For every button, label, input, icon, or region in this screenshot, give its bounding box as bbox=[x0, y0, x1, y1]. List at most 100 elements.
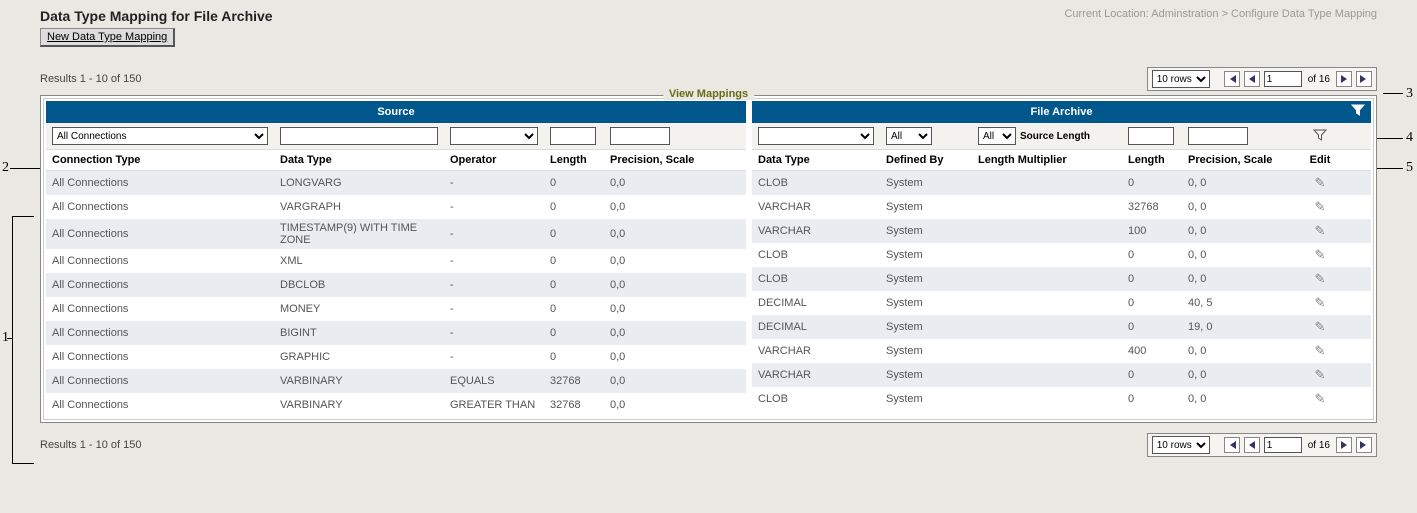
filter-target-length[interactable] bbox=[1128, 127, 1174, 145]
new-mapping-button[interactable]: New Data Type Mapping bbox=[40, 28, 175, 47]
cell-operator: - bbox=[444, 279, 544, 291]
filter-defined-by[interactable]: All bbox=[886, 127, 932, 145]
page-of-text: of 16 bbox=[1306, 74, 1332, 85]
cell-target-datatype: VARCHAR bbox=[752, 225, 880, 237]
table-row: All ConnectionsBIGINT-00,0 bbox=[46, 321, 746, 345]
cell-target-precision: 19, 0 bbox=[1182, 321, 1300, 333]
cell-connection-type: All Connections bbox=[46, 177, 274, 189]
cell-source-precision: 0,0 bbox=[604, 351, 744, 363]
cell-defined-by: System bbox=[880, 393, 972, 405]
table-row: VARCHARSystem4000, 0✎ bbox=[752, 339, 1371, 363]
rows-per-page-select[interactable]: 10 rows bbox=[1152, 70, 1210, 88]
next-page-icon[interactable] bbox=[1336, 437, 1352, 453]
cell-source-precision: 0,0 bbox=[604, 228, 744, 240]
cell-source-datatype: DBCLOB bbox=[274, 279, 444, 291]
next-page-icon[interactable] bbox=[1336, 71, 1352, 87]
cell-target-length: 400 bbox=[1122, 345, 1182, 357]
cell-source-precision: 0,0 bbox=[604, 201, 744, 213]
cell-defined-by: System bbox=[880, 321, 972, 333]
cell-operator: - bbox=[444, 303, 544, 315]
cell-operator: GREATER THAN bbox=[444, 399, 544, 411]
col-source-datatype[interactable]: Data Type bbox=[274, 154, 444, 166]
edit-icon[interactable]: ✎ bbox=[1315, 295, 1326, 310]
cell-connection-type: All Connections bbox=[46, 201, 274, 213]
page-number-input[interactable] bbox=[1264, 71, 1302, 87]
edit-icon[interactable]: ✎ bbox=[1315, 223, 1326, 238]
edit-icon[interactable]: ✎ bbox=[1315, 199, 1326, 214]
filter-source-precision[interactable] bbox=[610, 127, 670, 145]
col-length-multiplier[interactable]: Length Multiplier bbox=[972, 154, 1122, 166]
page-title: Data Type Mapping for File Archive bbox=[40, 8, 273, 24]
cell-source-datatype: MONEY bbox=[274, 303, 444, 315]
cell-source-precision: 0,0 bbox=[604, 375, 744, 387]
prev-page-icon[interactable] bbox=[1244, 437, 1260, 453]
page-number-input-bottom[interactable] bbox=[1264, 437, 1302, 453]
edit-icon[interactable]: ✎ bbox=[1315, 175, 1326, 190]
cell-source-datatype: GRAPHIC bbox=[274, 351, 444, 363]
cell-source-precision: 0,0 bbox=[604, 279, 744, 291]
table-row: DECIMALSystem040, 5✎ bbox=[752, 291, 1371, 315]
cell-target-length: 0 bbox=[1122, 393, 1182, 405]
view-mappings-legend: View Mappings bbox=[663, 88, 754, 100]
cell-target-datatype: DECIMAL bbox=[752, 297, 880, 309]
edit-icon[interactable]: ✎ bbox=[1315, 367, 1326, 382]
edit-icon[interactable]: ✎ bbox=[1315, 319, 1326, 334]
col-target-datatype[interactable]: Data Type bbox=[752, 154, 880, 166]
annotation-3: 3 bbox=[1406, 86, 1413, 102]
filter-connection-type[interactable]: All Connections bbox=[52, 127, 268, 145]
cell-target-length: 0 bbox=[1122, 177, 1182, 189]
table-row: All ConnectionsDBCLOB-00,0 bbox=[46, 273, 746, 297]
edit-icon[interactable]: ✎ bbox=[1315, 343, 1326, 358]
edit-icon[interactable]: ✎ bbox=[1315, 247, 1326, 262]
first-page-icon[interactable] bbox=[1224, 71, 1240, 87]
table-row: VARCHARSystem1000, 0✎ bbox=[752, 219, 1371, 243]
cell-source-length: 0 bbox=[544, 303, 604, 315]
col-defined-by[interactable]: Defined By bbox=[880, 154, 972, 166]
table-row: CLOBSystem00, 0✎ bbox=[752, 267, 1371, 291]
last-page-icon[interactable] bbox=[1356, 71, 1372, 87]
col-connection-type[interactable]: Connection Type bbox=[46, 154, 274, 166]
edit-icon[interactable]: ✎ bbox=[1315, 391, 1326, 406]
edit-icon[interactable]: ✎ bbox=[1315, 271, 1326, 286]
last-page-icon[interactable] bbox=[1356, 437, 1372, 453]
filter-target-datatype[interactable] bbox=[758, 127, 874, 145]
cell-connection-type: All Connections bbox=[46, 375, 274, 387]
col-target-length[interactable]: Length bbox=[1122, 154, 1182, 166]
pager-bottom: 10 rows of 16 bbox=[1147, 433, 1377, 457]
cell-connection-type: All Connections bbox=[46, 351, 274, 363]
col-source-precision[interactable]: Precision, Scale bbox=[604, 154, 744, 166]
cell-source-precision: 0,0 bbox=[604, 177, 744, 189]
breadcrumb: Current Location: Adminstration > Config… bbox=[1064, 8, 1377, 20]
cell-target-length: 0 bbox=[1122, 321, 1182, 333]
col-target-precision[interactable]: Precision, Scale bbox=[1182, 154, 1300, 166]
table-row: CLOBSystem00, 0✎ bbox=[752, 243, 1371, 267]
source-section-header: Source bbox=[46, 101, 746, 123]
first-page-icon[interactable] bbox=[1224, 437, 1240, 453]
filter-length-multiplier-mode[interactable]: All bbox=[978, 127, 1016, 145]
table-row: CLOBSystem00, 0✎ bbox=[752, 387, 1371, 411]
col-source-length[interactable]: Length bbox=[544, 154, 604, 166]
cell-connection-type: All Connections bbox=[46, 279, 274, 291]
filter-target-precision[interactable] bbox=[1188, 127, 1248, 145]
cell-target-precision: 0, 0 bbox=[1182, 177, 1300, 189]
table-row: All ConnectionsLONGVARG-00,0 bbox=[46, 171, 746, 195]
apply-filter-icon[interactable] bbox=[1313, 133, 1327, 145]
cell-source-datatype: TIMESTAMP(9) WITH TIME ZONE bbox=[274, 222, 444, 246]
table-row: All ConnectionsTIMESTAMP(9) WITH TIME ZO… bbox=[46, 219, 746, 249]
cell-target-datatype: VARCHAR bbox=[752, 201, 880, 213]
filter-source-datatype[interactable] bbox=[280, 127, 438, 145]
prev-page-icon[interactable] bbox=[1244, 71, 1260, 87]
cell-source-length: 0 bbox=[544, 201, 604, 213]
rows-per-page-select-bottom[interactable]: 10 rows bbox=[1152, 436, 1210, 454]
cell-source-precision: 0,0 bbox=[604, 303, 744, 315]
col-operator[interactable]: Operator bbox=[444, 154, 544, 166]
table-row: All ConnectionsXML-00,0 bbox=[46, 249, 746, 273]
cell-source-length: 0 bbox=[544, 255, 604, 267]
pager-top: 10 rows of 16 bbox=[1147, 67, 1377, 91]
cell-target-datatype: CLOB bbox=[752, 177, 880, 189]
cell-connection-type: All Connections bbox=[46, 399, 274, 411]
filter-operator[interactable] bbox=[450, 127, 538, 145]
cell-connection-type: All Connections bbox=[46, 228, 274, 240]
filter-source-length[interactable] bbox=[550, 127, 596, 145]
open-filter-icon[interactable] bbox=[1351, 103, 1365, 120]
